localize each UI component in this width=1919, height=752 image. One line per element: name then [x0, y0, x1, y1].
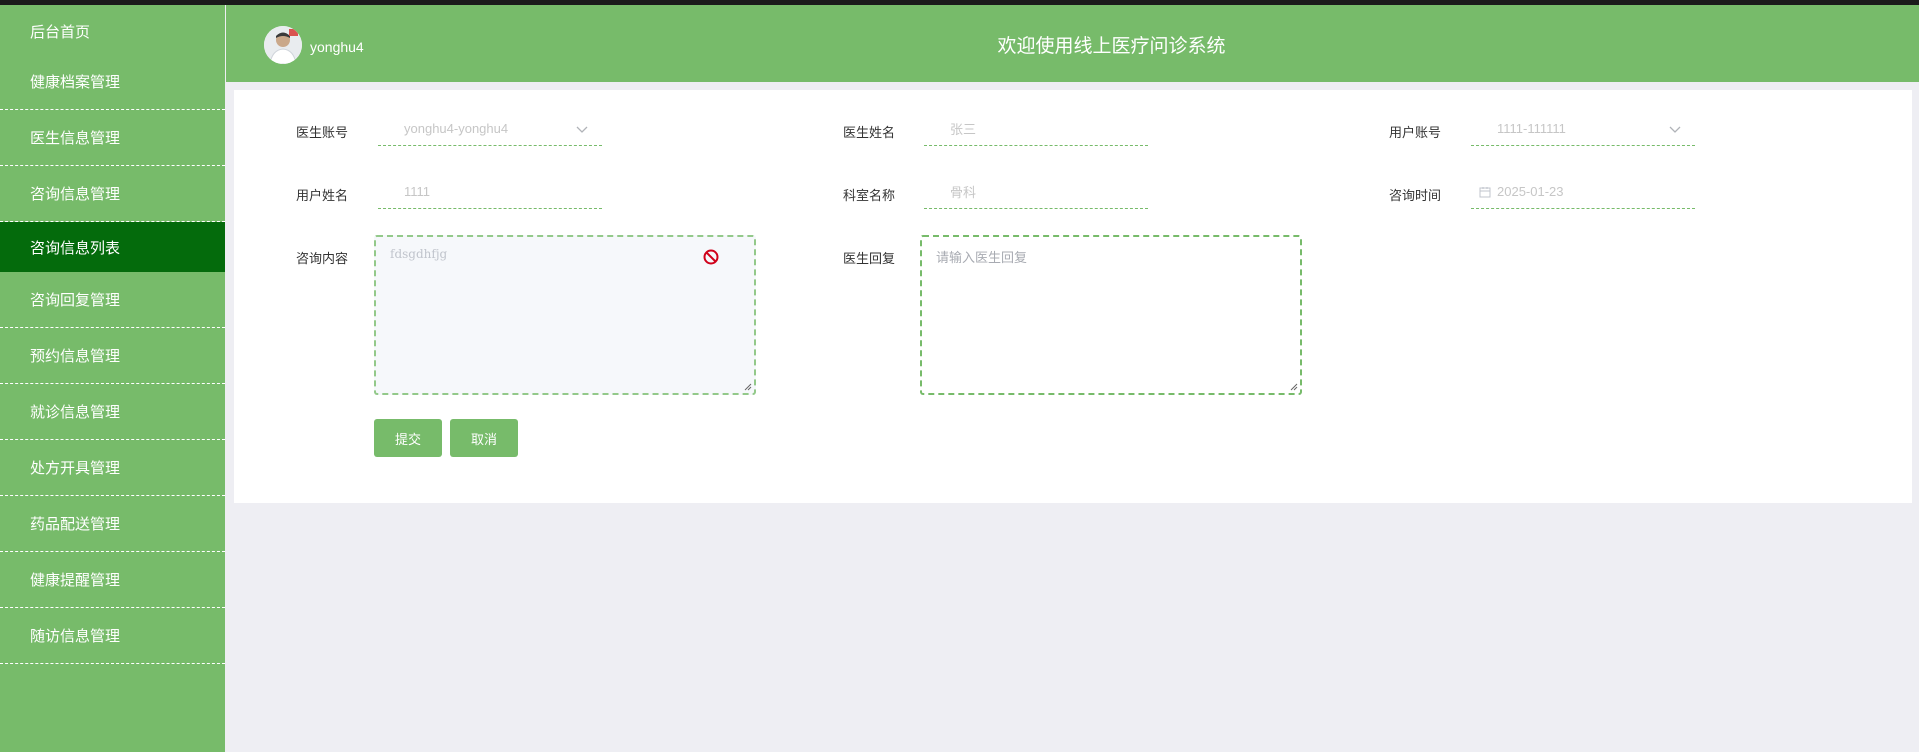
sidebar-item-replies[interactable]: 咨询回复管理	[0, 272, 225, 328]
sidebar-item-label: 后台首页	[30, 24, 91, 41]
sidebar: 后台首页 健康档案管理 医生信息管理 咨询信息管理 咨询信息列表 咨询回复管理 …	[0, 5, 225, 752]
doctor-name-value: 张三	[950, 122, 977, 137]
resize-handle-icon[interactable]	[1288, 381, 1298, 391]
doctor-account-value: yonghu4-yonghu4	[404, 121, 509, 136]
sidebar-item-doctors[interactable]: 医生信息管理	[0, 110, 225, 166]
department-value: 骨科	[950, 185, 977, 200]
user-account-value: 1111-111111	[1497, 121, 1566, 136]
doctor-reply-textarea[interactable]: 请输入医生回复	[920, 235, 1302, 395]
consult-content-label: 咨询内容	[296, 251, 349, 266]
consult-content-textarea[interactable]: fdsgdhfjg	[374, 235, 756, 395]
form-panel: 医生账号 yonghu4-yonghu4 医生姓名 张三 用户账号 1111-1…	[234, 90, 1912, 503]
sidebar-item-label: 药品配送管理	[30, 516, 121, 533]
not-allowed-icon	[703, 249, 719, 265]
sidebar-item-delivery[interactable]: 药品配送管理	[0, 496, 225, 552]
user-account-select[interactable]: 1111-111111	[1471, 112, 1695, 146]
doctor-account-select[interactable]: yonghu4-yonghu4	[378, 112, 602, 146]
sidebar-item-consultation[interactable]: 咨询信息管理	[0, 166, 225, 222]
department-label: 科室名称	[843, 188, 896, 203]
sidebar-item-label: 医生信息管理	[30, 130, 121, 147]
user-name-label: 用户姓名	[296, 188, 349, 203]
consult-time-value: 2025-01-23	[1497, 184, 1564, 199]
doctor-name-label: 医生姓名	[843, 125, 896, 140]
calendar-icon	[1479, 186, 1491, 197]
sidebar-item-appointments[interactable]: 预约信息管理	[0, 328, 225, 384]
sidebar-item-home[interactable]: 后台首页	[0, 5, 225, 54]
department-field[interactable]: 骨科	[924, 175, 1148, 209]
user-name-value: 1111	[404, 184, 431, 199]
sidebar-item-label: 健康档案管理	[30, 74, 121, 91]
user-name-field[interactable]: 1111	[378, 175, 602, 209]
sidebar-item-label: 健康提醒管理	[30, 572, 121, 589]
user-account-label: 用户账号	[1389, 125, 1442, 140]
chevron-down-icon	[1669, 126, 1681, 133]
doctor-account-label: 医生账号	[296, 125, 349, 140]
doctor-reply-label: 医生回复	[843, 251, 896, 266]
sidebar-item-followups[interactable]: 随访信息管理	[0, 608, 225, 664]
cancel-button[interactable]: 取消	[450, 419, 518, 457]
sidebar-item-label: 就诊信息管理	[30, 404, 121, 421]
sidebar-item-health-records[interactable]: 健康档案管理	[0, 54, 225, 110]
chevron-down-icon	[576, 126, 588, 133]
doctor-name-field[interactable]: 张三	[924, 112, 1148, 146]
sidebar-item-label: 咨询信息管理	[30, 186, 121, 203]
sidebar-item-reminders[interactable]: 健康提醒管理	[0, 552, 225, 608]
sidebar-item-label: 预约信息管理	[30, 348, 121, 365]
page-title: 欢迎使用线上医疗问诊系统	[997, 36, 1226, 57]
sidebar-item-label: 处方开具管理	[30, 460, 121, 477]
sidebar-item-label: 咨询信息列表	[30, 239, 121, 257]
sidebar-item-consultation-list[interactable]: 咨询信息列表	[0, 222, 225, 272]
consult-content-value: fdsgdhfjg	[390, 247, 448, 261]
submit-button[interactable]: 提交	[374, 419, 442, 457]
consult-time-picker[interactable]: 2025-01-23	[1471, 175, 1695, 209]
resize-handle-icon[interactable]	[742, 381, 752, 391]
sidebar-item-label: 咨询回复管理	[30, 292, 121, 309]
header: yonghu4 欢迎使用线上医疗问诊系统	[226, 5, 1919, 82]
sidebar-item-prescriptions[interactable]: 处方开具管理	[0, 440, 225, 496]
consult-time-label: 咨询时间	[1389, 188, 1442, 203]
sidebar-item-visits[interactable]: 就诊信息管理	[0, 384, 225, 440]
sidebar-item-label: 随访信息管理	[30, 628, 121, 645]
doctor-reply-placeholder: 请输入医生回复	[936, 250, 1028, 265]
